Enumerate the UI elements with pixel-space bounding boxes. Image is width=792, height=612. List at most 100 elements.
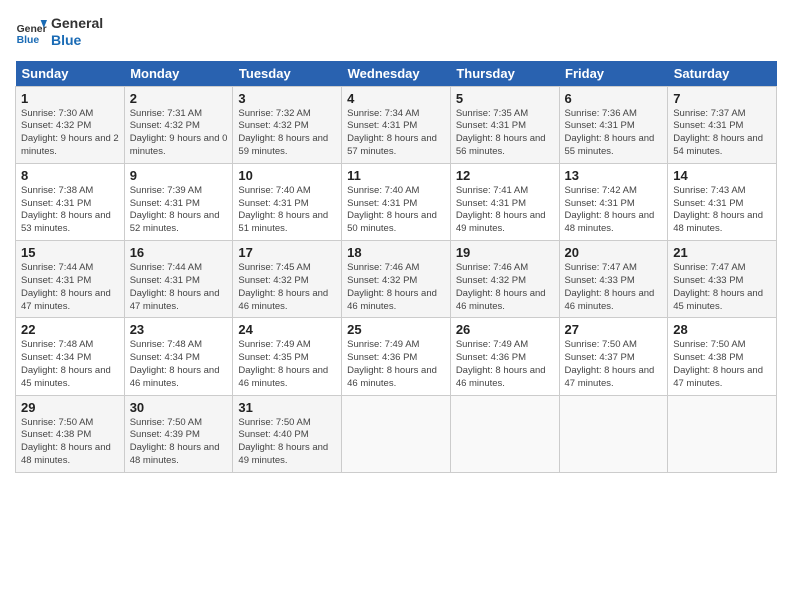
calendar-week-row: 29 Sunrise: 7:50 AMSunset: 4:38 PMDayligh… [16, 395, 777, 472]
calendar-page: General Blue General Blue SundayMondayTu… [0, 0, 792, 612]
calendar-week-row: 8 Sunrise: 7:38 AMSunset: 4:31 PMDaylight… [16, 163, 777, 240]
day-number: 30 [130, 400, 228, 415]
day-number: 8 [21, 168, 119, 183]
day-info: Sunrise: 7:45 AMSunset: 4:32 PMDaylight:… [238, 262, 336, 313]
calendar-cell [450, 395, 559, 472]
calendar-cell: 24 Sunrise: 7:49 AMSunset: 4:35 PMDayligh… [233, 318, 342, 395]
day-number: 5 [456, 91, 554, 106]
calendar-cell: 27 Sunrise: 7:50 AMSunset: 4:37 PMDayligh… [559, 318, 668, 395]
day-header-wednesday: Wednesday [342, 61, 451, 87]
day-number: 19 [456, 245, 554, 260]
day-info: Sunrise: 7:32 AMSunset: 4:32 PMDaylight:… [238, 108, 336, 159]
day-number: 13 [565, 168, 663, 183]
day-number: 22 [21, 322, 119, 337]
day-info: Sunrise: 7:49 AMSunset: 4:36 PMDaylight:… [347, 339, 445, 390]
day-number: 21 [673, 245, 771, 260]
day-info: Sunrise: 7:36 AMSunset: 4:31 PMDaylight:… [565, 108, 663, 159]
day-info: Sunrise: 7:50 AMSunset: 4:39 PMDaylight:… [130, 417, 228, 468]
day-number: 11 [347, 168, 445, 183]
calendar-cell [342, 395, 451, 472]
day-info: Sunrise: 7:44 AMSunset: 4:31 PMDaylight:… [21, 262, 119, 313]
day-number: 14 [673, 168, 771, 183]
day-number: 25 [347, 322, 445, 337]
day-info: Sunrise: 7:49 AMSunset: 4:35 PMDaylight:… [238, 339, 336, 390]
calendar-cell: 15 Sunrise: 7:44 AMSunset: 4:31 PMDayligh… [16, 241, 125, 318]
calendar-cell: 25 Sunrise: 7:49 AMSunset: 4:36 PMDayligh… [342, 318, 451, 395]
day-number: 10 [238, 168, 336, 183]
calendar-cell: 16 Sunrise: 7:44 AMSunset: 4:31 PMDayligh… [124, 241, 233, 318]
calendar-cell: 1Sunrise: 7:30 AMSunset: 4:32 PMDaylight… [16, 86, 125, 163]
calendar-cell: 10 Sunrise: 7:40 AMSunset: 4:31 PMDayligh… [233, 163, 342, 240]
day-header-tuesday: Tuesday [233, 61, 342, 87]
day-info: Sunrise: 7:44 AMSunset: 4:31 PMDaylight:… [130, 262, 228, 313]
day-number: 6 [565, 91, 663, 106]
day-info: Sunrise: 7:50 AMSunset: 4:38 PMDaylight:… [21, 417, 119, 468]
day-info: Sunrise: 7:42 AMSunset: 4:31 PMDaylight:… [565, 185, 663, 236]
calendar-cell: 30 Sunrise: 7:50 AMSunset: 4:39 PMDayligh… [124, 395, 233, 472]
calendar-cell: 14Sunrise: 7:43 AMSunset: 4:31 PMDayligh… [668, 163, 777, 240]
calendar-cell: 22 Sunrise: 7:48 AMSunset: 4:34 PMDayligh… [16, 318, 125, 395]
calendar-cell: 9Sunrise: 7:39 AMSunset: 4:31 PMDaylight… [124, 163, 233, 240]
day-info: Sunrise: 7:40 AMSunset: 4:31 PMDaylight:… [238, 185, 336, 236]
calendar-week-row: 22 Sunrise: 7:48 AMSunset: 4:34 PMDayligh… [16, 318, 777, 395]
day-number: 2 [130, 91, 228, 106]
calendar-cell: 5 Sunrise: 7:35 AMSunset: 4:31 PMDaylight… [450, 86, 559, 163]
calendar-week-row: 1Sunrise: 7:30 AMSunset: 4:32 PMDaylight… [16, 86, 777, 163]
day-number: 17 [238, 245, 336, 260]
logo-icon: General Blue [15, 16, 47, 48]
calendar-cell: 26Sunrise: 7:49 AMSunset: 4:36 PMDayligh… [450, 318, 559, 395]
svg-text:General: General [17, 24, 47, 35]
day-info: Sunrise: 7:41 AMSunset: 4:31 PMDaylight:… [456, 185, 554, 236]
calendar-cell: 21 Sunrise: 7:47 AMSunset: 4:33 PMDayligh… [668, 241, 777, 318]
day-number: 20 [565, 245, 663, 260]
calendar-cell: 2 Sunrise: 7:31 AMSunset: 4:32 PMDaylight… [124, 86, 233, 163]
calendar-table: SundayMondayTuesdayWednesdayThursdayFrid… [15, 61, 777, 473]
day-info: Sunrise: 7:48 AMSunset: 4:34 PMDaylight:… [130, 339, 228, 390]
calendar-cell: 12 Sunrise: 7:41 AMSunset: 4:31 PMDayligh… [450, 163, 559, 240]
day-number: 27 [565, 322, 663, 337]
calendar-cell: 28Sunrise: 7:50 AMSunset: 4:38 PMDayligh… [668, 318, 777, 395]
day-info: Sunrise: 7:30 AMSunset: 4:32 PMDaylight:… [21, 108, 119, 159]
day-info: Sunrise: 7:31 AMSunset: 4:32 PMDaylight:… [130, 108, 228, 159]
day-number: 12 [456, 168, 554, 183]
day-info: Sunrise: 7:47 AMSunset: 4:33 PMDaylight:… [565, 262, 663, 313]
day-number: 15 [21, 245, 119, 260]
svg-text:Blue: Blue [17, 35, 40, 46]
day-number: 16 [130, 245, 228, 260]
calendar-cell: 17 Sunrise: 7:45 AMSunset: 4:32 PMDayligh… [233, 241, 342, 318]
day-number: 3 [238, 91, 336, 106]
day-info: Sunrise: 7:50 AMSunset: 4:37 PMDaylight:… [565, 339, 663, 390]
day-number: 29 [21, 400, 119, 415]
day-number: 31 [238, 400, 336, 415]
day-info: Sunrise: 7:37 AMSunset: 4:31 PMDaylight:… [673, 108, 771, 159]
day-header-friday: Friday [559, 61, 668, 87]
day-info: Sunrise: 7:48 AMSunset: 4:34 PMDaylight:… [21, 339, 119, 390]
calendar-header-row: SundayMondayTuesdayWednesdayThursdayFrid… [16, 61, 777, 87]
day-info: Sunrise: 7:38 AMSunset: 4:31 PMDaylight:… [21, 185, 119, 236]
day-number: 4 [347, 91, 445, 106]
day-number: 24 [238, 322, 336, 337]
calendar-cell: 7Sunrise: 7:37 AMSunset: 4:31 PMDaylight… [668, 86, 777, 163]
day-info: Sunrise: 7:47 AMSunset: 4:33 PMDaylight:… [673, 262, 771, 313]
day-info: Sunrise: 7:46 AMSunset: 4:32 PMDaylight:… [347, 262, 445, 313]
calendar-week-row: 15 Sunrise: 7:44 AMSunset: 4:31 PMDayligh… [16, 241, 777, 318]
day-info: Sunrise: 7:50 AMSunset: 4:38 PMDaylight:… [673, 339, 771, 390]
calendar-body: 1Sunrise: 7:30 AMSunset: 4:32 PMDaylight… [16, 86, 777, 472]
day-info: Sunrise: 7:35 AMSunset: 4:31 PMDaylight:… [456, 108, 554, 159]
calendar-cell [559, 395, 668, 472]
day-info: Sunrise: 7:40 AMSunset: 4:31 PMDaylight:… [347, 185, 445, 236]
calendar-cell [668, 395, 777, 472]
day-number: 9 [130, 168, 228, 183]
day-header-sunday: Sunday [16, 61, 125, 87]
calendar-cell: 29 Sunrise: 7:50 AMSunset: 4:38 PMDayligh… [16, 395, 125, 472]
day-header-monday: Monday [124, 61, 233, 87]
calendar-cell: 8 Sunrise: 7:38 AMSunset: 4:31 PMDaylight… [16, 163, 125, 240]
day-number: 18 [347, 245, 445, 260]
calendar-cell: 13 Sunrise: 7:42 AMSunset: 4:31 PMDayligh… [559, 163, 668, 240]
day-info: Sunrise: 7:46 AMSunset: 4:32 PMDaylight:… [456, 262, 554, 313]
day-header-thursday: Thursday [450, 61, 559, 87]
calendar-cell: 6 Sunrise: 7:36 AMSunset: 4:31 PMDaylight… [559, 86, 668, 163]
day-header-saturday: Saturday [668, 61, 777, 87]
day-number: 26 [456, 322, 554, 337]
calendar-cell: 20 Sunrise: 7:47 AMSunset: 4:33 PMDayligh… [559, 241, 668, 318]
